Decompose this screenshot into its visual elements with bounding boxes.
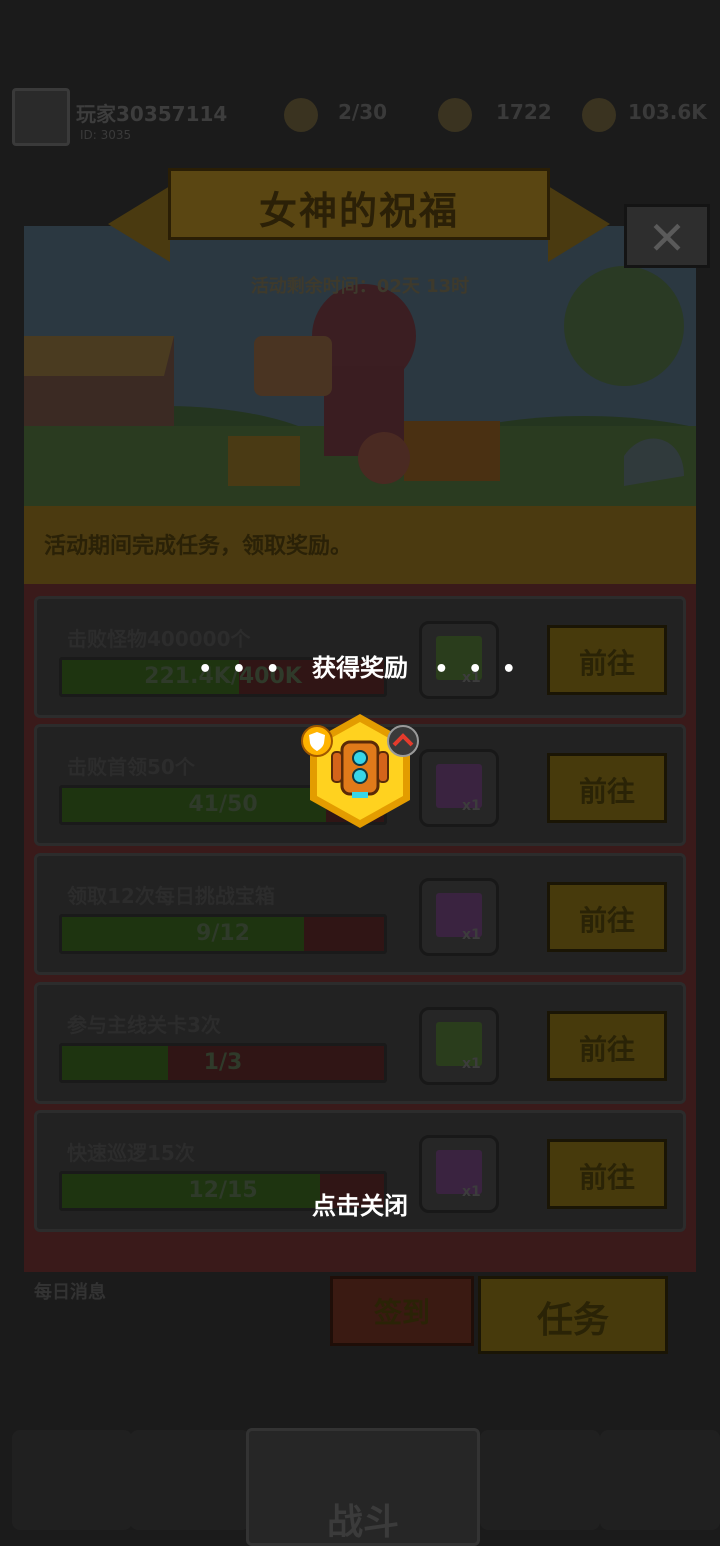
reward-item[interactable] [301,712,419,830]
reward-quantity: x1 [462,798,481,814]
close-button[interactable]: ✕ [624,204,710,268]
gem-value: 1722 [496,100,552,124]
reward-quantity: x1 [462,1056,481,1072]
stamina-icon [284,98,318,132]
nav-battle[interactable]: 战斗 [246,1428,480,1546]
close-icon: ✕ [647,211,687,265]
go-button-label: 前往 [578,904,635,937]
task-reward[interactable]: x1 [419,878,499,956]
tab-signin[interactable]: 签到 [330,1276,474,1346]
nav-talent[interactable] [480,1430,600,1530]
event-description: 活动期间完成任务，领取奖励。 [44,534,353,559]
task-progress-text: 1/3 [203,1050,243,1075]
nav-battle-label: 战斗 [326,1502,399,1543]
gem-icon [438,98,472,132]
banner-illustration [24,226,696,506]
tap-to-close-hint[interactable]: 点击关闭 [0,1186,720,1221]
player-sub: ID: 3035 [80,128,132,142]
task-progress-text: 9/12 [196,921,250,946]
reward-quantity: x1 [462,927,481,943]
tab-task[interactable]: 任务 [478,1276,668,1354]
task-reward[interactable]: x1 [419,749,499,827]
tab-task-label: 任务 [536,1300,609,1341]
go-button[interactable]: 前往 [547,1011,667,1081]
task-progress-bar: 1/3 [59,1043,387,1083]
rank-up-badge-icon [387,725,419,757]
go-button[interactable]: 前往 [547,753,667,823]
ribbon-left [108,186,170,262]
nav-shop[interactable] [12,1430,132,1530]
task-row: 参与主线关卡3次 1/3 x1 前往 [34,982,686,1104]
stamina-value: 2/30 [338,100,388,124]
task-label: 领取12次每日挑战宝箱 [67,884,275,908]
task-label: 击败首领50个 [67,755,195,779]
task-row: 领取12次每日挑战宝箱 9/12 x1 前往 [34,853,686,975]
tab-hint: 每日消息 [34,1282,106,1303]
shield-badge-icon [301,725,333,757]
player-id: 玩家30357114 [76,102,228,126]
go-button-label: 前往 [578,1033,635,1066]
coin-icon [582,98,616,132]
nav-more[interactable] [600,1430,720,1530]
reward-title-row: • • • 获得奖励 • • • [0,648,720,683]
event-banner [24,226,696,506]
task-label: 快速巡逻15次 [67,1141,195,1165]
event-title: 女神的祝福 [258,189,459,233]
task-progress-bar: 9/12 [59,914,387,954]
task-label: 参与主线关卡3次 [67,1013,221,1037]
task-reward[interactable]: x1 [419,1007,499,1085]
coin-value: 103.6K [628,100,707,124]
reward-title: 获得奖励 [312,654,408,682]
dots-left: • • • [198,657,286,682]
go-button[interactable]: 前往 [547,882,667,952]
tab-signin-label: 签到 [373,1296,430,1329]
ribbon-right [548,186,610,262]
event-timer: 活动剩余时间：02天 13时 [250,276,470,297]
go-button-label: 前往 [578,775,635,808]
nav-equipment[interactable] [130,1430,250,1530]
dots-right: • • • [434,657,522,682]
player-avatar[interactable] [12,88,70,146]
